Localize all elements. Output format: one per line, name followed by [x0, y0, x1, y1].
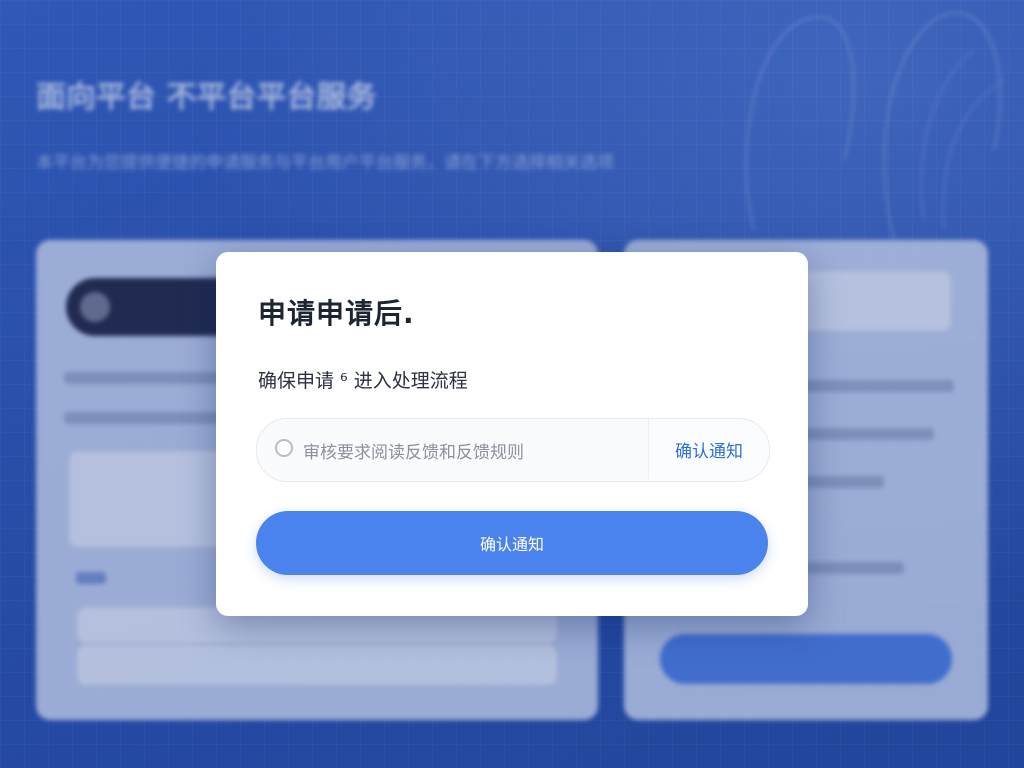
option-text: 审核要求阅读反馈和反馈规则 [303, 443, 524, 463]
confirm-notice-link[interactable]: 确认通知 [648, 419, 769, 479]
notification-dialog: 申请申请后. 确保申请 ⁶ 进入处理流程 审核要求阅读反馈和反馈规则 确认通知 … [216, 252, 808, 616]
option-radio-icon[interactable] [275, 439, 293, 457]
dialog-description: 确保申请 ⁶ 进入处理流程 [258, 370, 468, 392]
option-row[interactable]: 审核要求阅读反馈和反馈规则 确认通知 [256, 418, 770, 482]
dialog-title: 申请申请后. [258, 297, 415, 330]
confirm-notice-button[interactable]: 确认通知 [256, 511, 768, 575]
